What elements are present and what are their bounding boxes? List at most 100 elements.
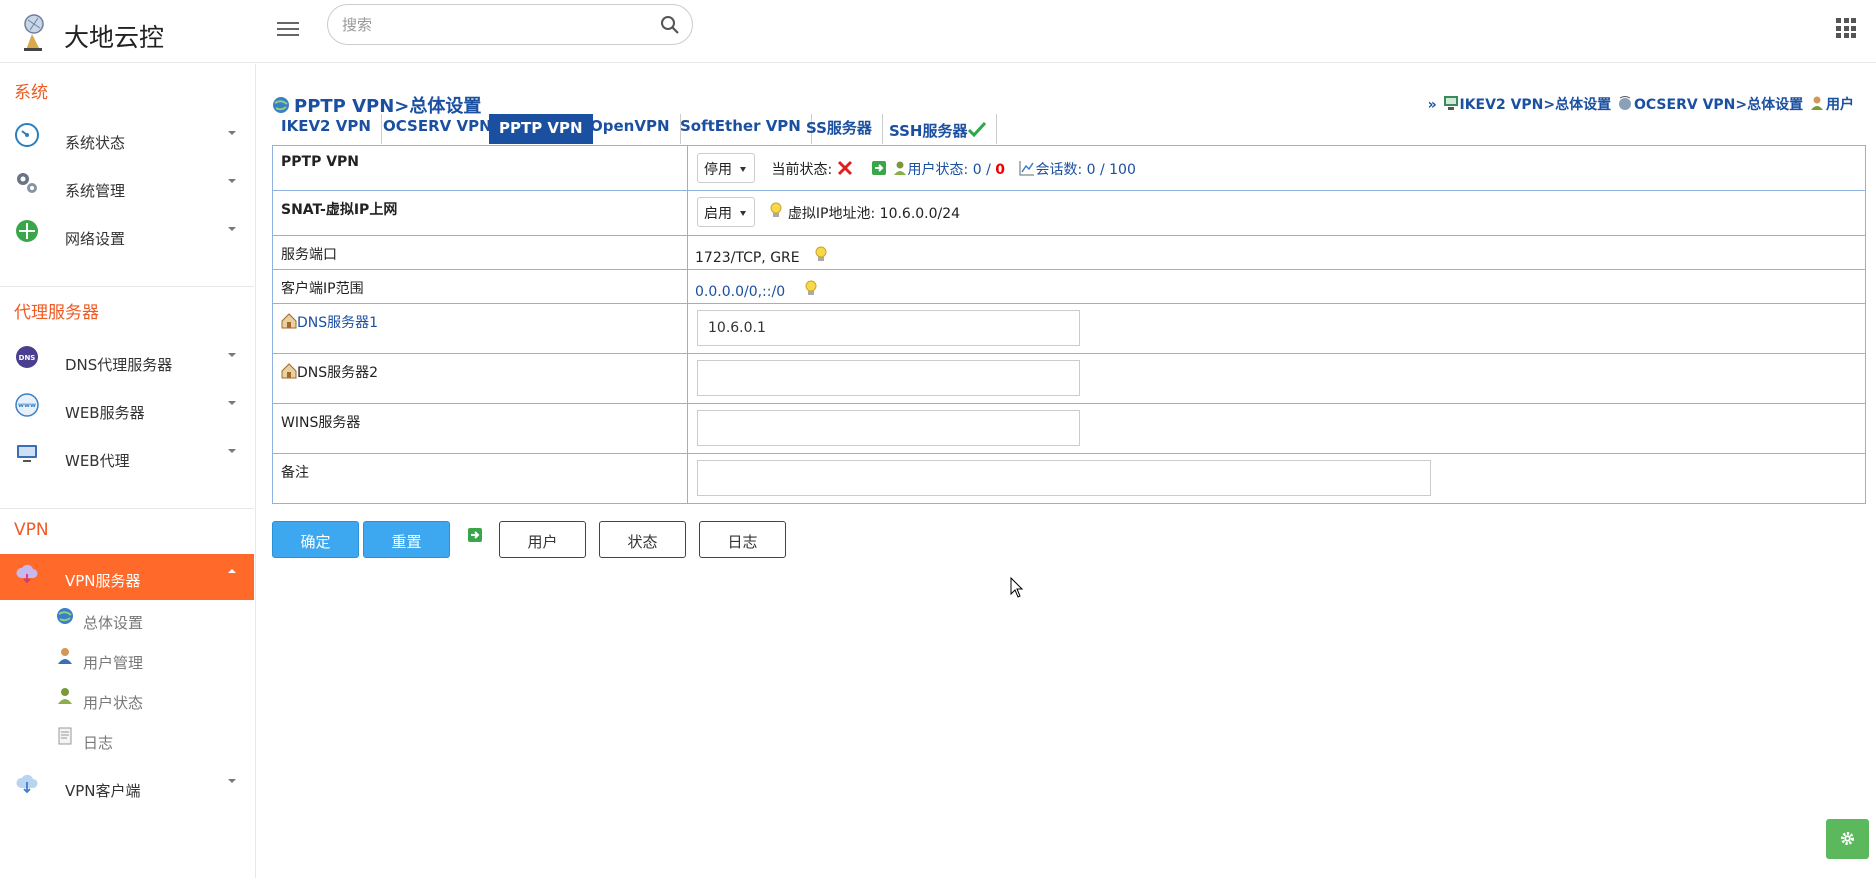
search-box (327, 4, 693, 45)
user-status-icon (58, 688, 72, 704)
sidebar-item-system-management[interactable]: 系统管理 (0, 164, 254, 210)
remark-input[interactable] (697, 460, 1431, 496)
tab-openvpn[interactable]: OpenVPN (590, 114, 681, 144)
dns1-label: DNS服务器1 (297, 315, 379, 331)
search-input[interactable] (342, 13, 642, 37)
reset-button[interactable]: 重置 (363, 521, 450, 558)
row-client-ip-range: 客户端IP范围 0.0.0.0/0,::/0 (272, 270, 1866, 304)
row-dns1: DNS服务器1 (272, 304, 1866, 354)
mouse-cursor-icon (1010, 577, 1024, 598)
row-value: 1723/TCP, GRE (695, 236, 828, 269)
lightbulb-icon[interactable] (769, 202, 783, 220)
chevron-up-icon (228, 569, 236, 573)
user-icon (1811, 96, 1823, 110)
apps-grid-icon[interactable] (1836, 18, 1856, 38)
chevron-down-icon (228, 449, 236, 453)
brand-title: 大地云控 (64, 23, 165, 52)
users-total-count: 0 (995, 162, 1005, 178)
row-value: 0.0.0.0/0,::/0 (695, 270, 818, 303)
dns2-label: DNS服务器2 (297, 365, 379, 381)
sidebar-subitem-label: 总体设置 (83, 614, 144, 632)
sidebar-subitem-user-status[interactable]: 用户状态 (0, 682, 254, 722)
quicklinks-prefix: » (1427, 97, 1437, 113)
users-button[interactable]: 用户 (499, 521, 586, 558)
globe-settings-icon (273, 97, 289, 113)
sidebar-subitem-general-settings[interactable]: 总体设置 (0, 602, 254, 642)
sidebar-subitem-log[interactable]: 日志 (0, 722, 254, 762)
gear-icon (1841, 832, 1854, 845)
section-title-system: 系统 (14, 83, 48, 103)
enter-arrow-icon[interactable] (467, 527, 483, 543)
tab-ss-server[interactable]: SS服务器 (806, 114, 883, 144)
ok-button[interactable]: 确定 (272, 521, 359, 558)
tab-softether-vpn[interactable]: SoftEther VPN (680, 114, 812, 144)
sessions-count: 0 / 100 (1086, 162, 1136, 178)
quick-links: » IKEV2 VPN>总体设置 OCSERV VPN>总体设置 用户 (1428, 94, 1854, 114)
chevron-down-icon (228, 227, 236, 231)
divider (0, 286, 254, 287)
tab-ikev2-vpn[interactable]: IKEV2 VPN (281, 114, 382, 144)
sidebar-item-vpn-server[interactable]: VPN服务器 (0, 554, 254, 600)
svg-text:www: www (18, 401, 36, 409)
sidebar-item-network-settings[interactable]: 网络设置 (0, 212, 254, 258)
satellite-icon (1619, 96, 1631, 110)
menu-toggle-icon[interactable] (277, 18, 299, 38)
sidebar-item-label: 系统管理 (65, 182, 126, 200)
user-icon (58, 648, 72, 664)
tab-ocserv-vpn[interactable]: OCSERV VPN (383, 114, 503, 144)
dns1-input[interactable] (697, 310, 1080, 346)
gears-icon (17, 173, 37, 193)
chart-line-icon (1019, 161, 1035, 176)
snat-enable-select[interactable]: 启用 (697, 197, 755, 227)
lightbulb-icon[interactable] (814, 246, 828, 264)
log-button[interactable]: 日志 (699, 521, 786, 558)
sidebar-item-label: WEB服务器 (65, 404, 145, 422)
tab-ssh-server[interactable]: SSH服务器 (889, 114, 997, 144)
www-globe-icon: www (15, 393, 39, 417)
tab-pptp-vpn[interactable]: PPTP VPN (489, 114, 593, 144)
logo-icon (24, 14, 44, 51)
sidebar-subitem-user-management[interactable]: 用户管理 (0, 642, 254, 682)
sidebar: 系统 系统状态 系统管理 网络设置 代理服务器 DNS DNS代理服务器 www… (0, 64, 256, 878)
quicklink-users[interactable]: 用户 (1826, 97, 1854, 113)
row-value: 停用 当前状态: 用户状态: 0 / 0 会话数: 0 / 100 (697, 146, 1136, 190)
chevron-down-icon (228, 401, 236, 405)
client-ip-range-value[interactable]: 0.0.0.0/0,::/0 (695, 284, 785, 300)
house-icon (281, 363, 297, 379)
wins-input[interactable] (697, 410, 1080, 446)
cross-icon (837, 160, 852, 176)
quicklink-ikev2-settings[interactable]: IKEV2 VPN>总体设置 (1460, 97, 1612, 113)
service-port-value: 1723/TCP, GRE (695, 250, 800, 266)
row-remark: 备注 (272, 454, 1866, 504)
chevron-down-icon (228, 179, 236, 183)
sidebar-item-vpn-client[interactable]: VPN客户端 (0, 764, 254, 810)
computer-icon (1443, 96, 1458, 110)
row-label: DNS服务器2 (273, 354, 688, 403)
dns-icon: DNS (16, 346, 38, 368)
dns2-input[interactable] (697, 360, 1080, 396)
section-title-proxy: 代理服务器 (14, 303, 99, 323)
pptp-enable-select[interactable]: 停用 (697, 153, 755, 183)
sidebar-item-label: 系统状态 (65, 134, 126, 152)
row-label: DNS服务器1 (273, 304, 688, 353)
row-pptp-vpn: PPTP VPN 停用 当前状态: 用户状态: 0 / 0 会话数: 0 / 1… (272, 145, 1866, 191)
house-icon (281, 313, 297, 329)
quicklink-ocserv-settings[interactable]: OCSERV VPN>总体设置 (1634, 97, 1803, 113)
cloud-download-icon (16, 774, 38, 794)
sidebar-subitem-label: 日志 (83, 734, 114, 752)
sidebar-item-label: VPN服务器 (65, 572, 141, 590)
lightbulb-icon[interactable] (804, 280, 818, 298)
sidebar-item-system-status[interactable]: 系统状态 (0, 116, 254, 162)
row-dns2: DNS服务器2 (272, 354, 1866, 404)
chevron-down-icon (228, 131, 236, 135)
section-title-vpn: VPN (14, 520, 49, 540)
document-icon (58, 727, 72, 745)
search-icon[interactable] (660, 15, 680, 35)
enter-arrow-icon[interactable] (871, 160, 887, 176)
row-label: SNAT-虚拟IP上网 (273, 191, 688, 235)
sidebar-item-web-server[interactable]: www WEB服务器 (0, 386, 254, 432)
status-button[interactable]: 状态 (599, 521, 686, 558)
sidebar-item-dns-proxy[interactable]: DNS DNS代理服务器 (0, 338, 254, 384)
floating-settings-button[interactable] (1826, 819, 1869, 859)
sidebar-item-web-proxy[interactable]: WEB代理 (0, 434, 254, 480)
